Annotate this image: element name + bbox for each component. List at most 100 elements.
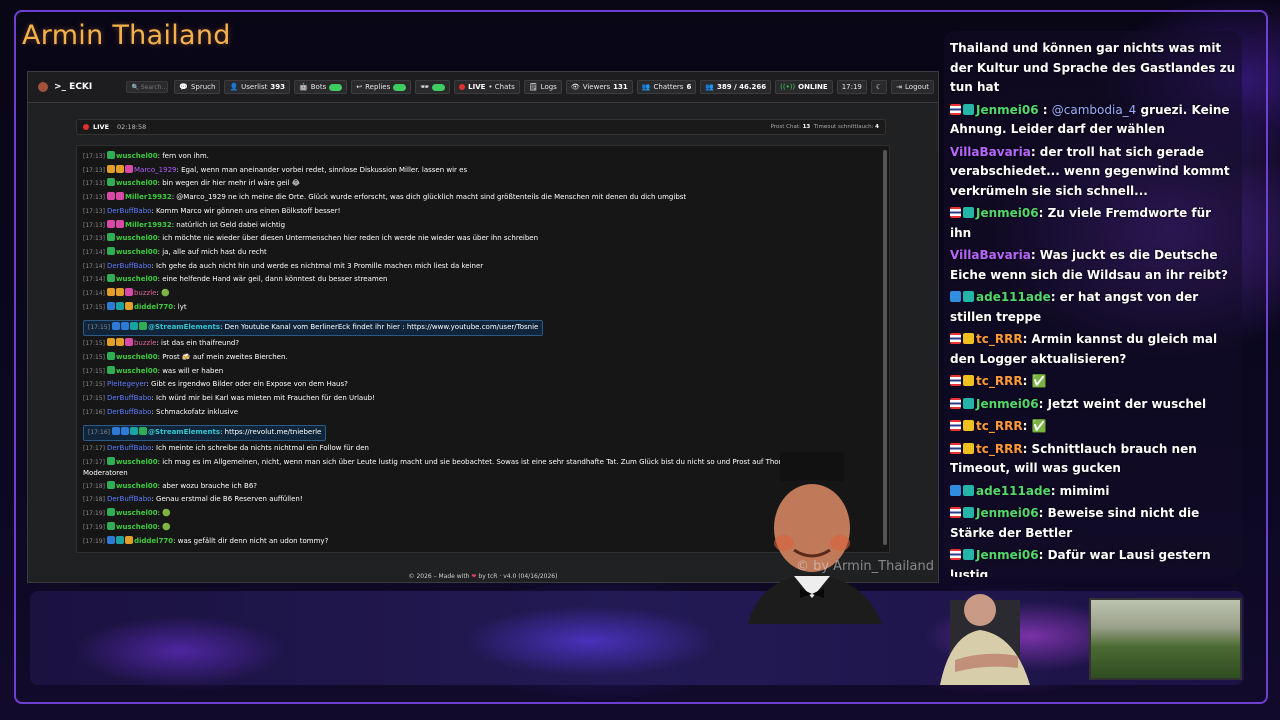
- user-badge-icon: [950, 420, 961, 431]
- message-username[interactable]: wuschel00: [116, 179, 158, 187]
- user-badge-icon: [106, 456, 115, 465]
- message-username[interactable]: wuschel00: [116, 482, 158, 490]
- overlay-username: Jenmei06: [976, 206, 1039, 220]
- message-timestamp: [17:18]: [83, 496, 105, 504]
- chat-message[interactable]: [17:14] buzzle: 🟢: [83, 287, 883, 301]
- bots-toggle-switch[interactable]: [329, 83, 343, 91]
- overlay-chat-message: tc_RRR: ✅: [950, 417, 1236, 437]
- message-username[interactable]: DerBuffBabo: [107, 408, 151, 416]
- bot-badge-icon: [120, 322, 129, 331]
- message-username[interactable]: DerBuffBabo: [107, 495, 151, 503]
- live-chats-button[interactable]: LIVE • Chats: [454, 80, 520, 94]
- replies-toggle-switch[interactable]: [393, 83, 407, 91]
- user-badge-icon: [115, 288, 124, 297]
- message-timestamp: [17:13]: [83, 221, 105, 229]
- bot-badge-icon: [129, 427, 138, 436]
- streamelements-message[interactable]: [17:16] @StreamElements: https://revolut.…: [83, 425, 327, 442]
- message-username[interactable]: wuschel00: [116, 152, 158, 160]
- incognito-icon: 🕶: [420, 83, 430, 91]
- spruch-button[interactable]: 💬 Spruch: [174, 80, 221, 94]
- message-username[interactable]: Miller19932: [125, 221, 172, 229]
- user-badge-icon: [124, 288, 133, 297]
- chat-message[interactable]: [17:14] wuschel00: ja, alle auf mich hast…: [83, 246, 883, 260]
- app-logo-text: >_ ECKI: [54, 82, 93, 92]
- chat-message[interactable]: [17:14] DerBuffBabo: Ich gehe da auch nic…: [83, 260, 883, 274]
- logs-icon: 🗒: [528, 83, 538, 91]
- message-username[interactable]: DerBuffBabo: [107, 207, 151, 215]
- chatters-button[interactable]: 👥 Chatters 6: [636, 80, 697, 94]
- overlay-username: tc_RRR: [976, 441, 1023, 456]
- bots-toggle[interactable]: 🤖 Bots: [294, 80, 348, 94]
- message-username[interactable]: wuschel00: [116, 523, 158, 531]
- chat-message[interactable]: [17:13] Miller19932: natürlich ist Geld d…: [83, 219, 883, 233]
- user-badge-icon: [950, 397, 961, 409]
- user-badge-icon: [963, 207, 974, 218]
- followers-icon: 👥: [705, 83, 715, 91]
- chat-message[interactable]: [17:15] diddel770: lyt: [83, 301, 883, 315]
- message-timestamp: [17:17]: [83, 458, 105, 466]
- live-label: LIVE: [93, 123, 110, 131]
- message-username[interactable]: DerBuffBabo: [107, 394, 151, 402]
- message-text: : bin wegen dir hier mehr irl wäre geil …: [157, 179, 300, 188]
- chat-message[interactable]: [17:13] wuschel00: fern von ihm.: [83, 150, 883, 164]
- chats-suffix: • Chats: [488, 83, 515, 91]
- message-username[interactable]: @StreamElements: [148, 428, 220, 436]
- logs-button[interactable]: 🗒 Logs: [523, 80, 562, 94]
- chat-message[interactable]: [17:16] DerBuffBabo: Schmackofatz inklusi…: [83, 406, 883, 420]
- message-username[interactable]: wuschel00: [116, 509, 158, 517]
- theme-toggle[interactable]: ☾: [870, 80, 888, 94]
- user-badge-icon: [106, 351, 115, 360]
- message-username[interactable]: DerBuffBabo: [107, 444, 151, 452]
- userlist-button[interactable]: 👤 Userlist 393: [224, 80, 291, 94]
- message-username[interactable]: wuschel00: [116, 458, 158, 466]
- message-username[interactable]: DerBuffBabo: [107, 262, 151, 270]
- message-text: : natürlich ist Geld dabei wichtig: [171, 220, 286, 229]
- logout-button[interactable]: ⇥ Logout: [891, 80, 934, 94]
- message-username[interactable]: Pleitegeyer: [107, 380, 146, 388]
- message-text: : 🟢: [156, 289, 170, 298]
- search-input[interactable]: 🔍 Search...: [126, 81, 169, 93]
- chat-message[interactable]: [17:13] DerBuffBabo: Komm Marco wir gönne…: [83, 205, 883, 219]
- chat-message[interactable]: [17:15] DerBuffBabo: Ich würd mir bei Kar…: [83, 392, 883, 406]
- followers-button[interactable]: 👥 389 / 46.266: [700, 80, 772, 94]
- chat-message[interactable]: [17:17] wuschel00: ich mag es im Allgemei…: [83, 456, 853, 480]
- message-timestamp: [17:15]: [83, 340, 105, 348]
- replies-toggle[interactable]: ↩ Replies: [351, 80, 412, 94]
- chat-message[interactable]: [17:15] wuschel00: Prost 🍻 auf mein zweit…: [83, 351, 883, 365]
- overlay-message-text: : ✅: [1022, 419, 1047, 433]
- message-username[interactable]: Marco_1929: [134, 166, 177, 174]
- chat-message[interactable]: [17:13] wuschel00: ich möchte nie wieder …: [83, 232, 883, 246]
- message-timestamp: [17:17]: [83, 445, 105, 453]
- anon-toggle-switch[interactable]: [432, 83, 446, 91]
- chat-message[interactable]: [17:14] wuschel00: eine helfende Hand wär…: [83, 273, 883, 287]
- app-logo[interactable]: >_ ECKI: [38, 82, 126, 92]
- message-username[interactable]: Miller19932: [125, 193, 172, 201]
- anon-toggle[interactable]: 🕶: [415, 80, 451, 94]
- message-username[interactable]: buzzle: [134, 339, 156, 347]
- chat-message[interactable]: [17:13] wuschel00: bin wegen dir hier meh…: [83, 177, 883, 191]
- streamelements-message[interactable]: [17:15] @StreamElements: Den Youtube Kana…: [83, 320, 544, 337]
- chat-message[interactable]: [17:13] Miller19932: @Marco_1929 ne ich m…: [83, 191, 883, 205]
- page-footer: © 2026 – Made with ❤ by tcR · v4.0 (04/1…: [28, 573, 938, 580]
- chat-message[interactable]: [17:13] Marco_1929: Egal, wenn man aneina…: [83, 164, 883, 178]
- message-username[interactable]: wuschel00: [116, 367, 158, 375]
- overlay-chat-message: VillaBavaria: Was juckt es die Deutsche …: [950, 246, 1236, 285]
- message-username[interactable]: @StreamElements: [148, 323, 220, 331]
- message-username[interactable]: wuschel00: [116, 234, 158, 242]
- viewers-button[interactable]: 👁 Viewers 131: [565, 80, 633, 94]
- message-timestamp: [17:14]: [83, 248, 105, 256]
- message-timestamp: [17:14]: [83, 276, 105, 284]
- chat-message[interactable]: [17:15] wuschel00: was will er haben: [83, 365, 883, 379]
- chat-message[interactable]: [17:15] buzzle: ist das ein thaifreund?: [83, 337, 883, 351]
- chat-message-wrapper: [17:16] @StreamElements: https://revolut.…: [83, 419, 883, 442]
- chat-message[interactable]: [17:15] Pleitegeyer: Gibt es irgendwo Bil…: [83, 378, 883, 392]
- overlay-message-text: : ✅: [1022, 374, 1047, 388]
- message-username[interactable]: buzzle: [134, 289, 156, 297]
- message-username[interactable]: wuschel00: [116, 353, 158, 361]
- message-text: : eine helfende Hand wär geil, dann könn…: [157, 275, 388, 284]
- message-username[interactable]: diddel770: [134, 303, 173, 311]
- message-username[interactable]: wuschel00: [116, 248, 158, 256]
- message-username[interactable]: wuschel00: [116, 275, 158, 283]
- message-username[interactable]: diddel770: [134, 537, 173, 545]
- overlay-username: Jenmei06: [976, 506, 1039, 520]
